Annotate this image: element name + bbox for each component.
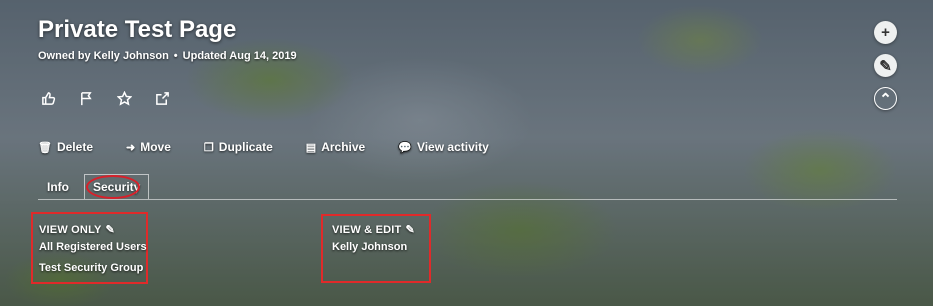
view-edit-entry: Kelly Johnson [332, 241, 408, 253]
trash-icon: 🗑 [38, 141, 52, 154]
tab-security[interactable]: Security [84, 174, 150, 199]
updated-text: Updated Aug 14, 2019 [182, 50, 297, 62]
duplicate-button[interactable]: ❐ Duplicate [204, 140, 273, 154]
toolbar: 🗑 Delete ➜ Move ❐ Duplicate ▤ Archive 💬 … [38, 140, 522, 154]
archive-button[interactable]: ▤ Archive [306, 140, 365, 154]
highlight-ellipse [86, 175, 140, 199]
view-only-title: VIEW ONLY ✎ [39, 223, 115, 237]
view-only-entry: All Registered Users [39, 241, 147, 253]
arrow-circle-icon: ➜ [126, 141, 136, 154]
view-edit-title: VIEW & EDIT ✎ [332, 223, 415, 237]
separator: • [173, 50, 178, 62]
star-icon[interactable] [116, 90, 132, 106]
edit-view-only-icon[interactable]: ✎ [106, 223, 115, 236]
move-button[interactable]: ➜ Move [126, 140, 171, 154]
view-edit-label: VIEW & EDIT [332, 223, 402, 236]
share-icon[interactable] [154, 90, 170, 106]
comments-icon: 💬 [398, 141, 412, 154]
delete-button[interactable]: 🗑 Delete [38, 140, 93, 154]
archive-icon: ▤ [305, 141, 317, 154]
archive-label: Archive [321, 140, 366, 154]
thumbs-up-icon[interactable] [40, 90, 56, 106]
page-title: Private Test Page [38, 16, 237, 43]
view-only-entry: Test Security Group [39, 262, 144, 274]
collapse-icon[interactable]: ⌃ [874, 87, 897, 110]
copy-icon: ❐ [203, 141, 214, 154]
page-meta: Owned by Kelly Johnson • Updated Aug 14, 2… [38, 50, 297, 62]
social-actions [40, 90, 170, 106]
add-icon[interactable]: + [874, 21, 897, 44]
tab-info[interactable]: Info [47, 174, 69, 199]
activity-label: View activity [416, 140, 489, 154]
side-actions: + ✎ ⌃ [874, 21, 897, 110]
delete-label: Delete [56, 140, 93, 154]
view-only-label: VIEW ONLY [39, 223, 102, 236]
move-label: Move [140, 140, 171, 154]
owner-text: Owned by Kelly Johnson [38, 50, 169, 62]
edit-icon[interactable]: ✎ [874, 54, 897, 77]
tab-bar: Info Security [38, 174, 897, 200]
edit-view-edit-icon[interactable]: ✎ [405, 223, 414, 236]
flag-icon[interactable] [78, 90, 94, 106]
view-activity-button[interactable]: 💬 View activity [398, 140, 489, 154]
duplicate-label: Duplicate [218, 140, 273, 154]
